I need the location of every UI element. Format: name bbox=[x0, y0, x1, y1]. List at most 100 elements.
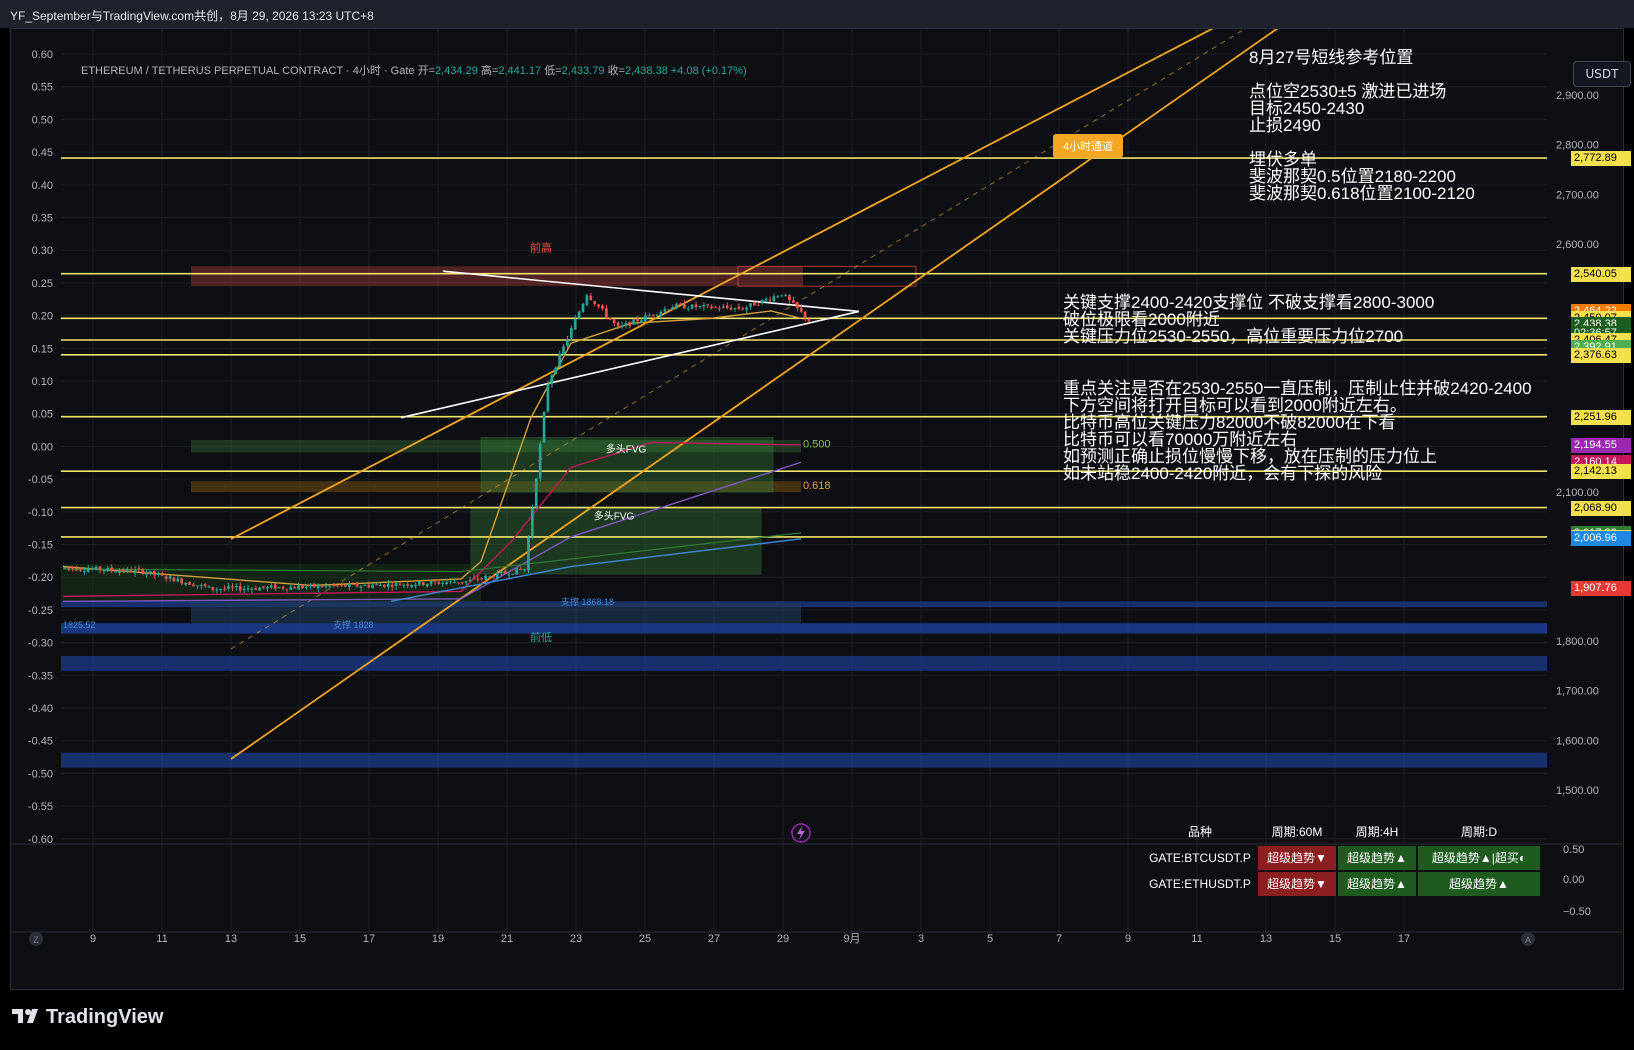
candle-body bbox=[749, 303, 752, 307]
candle-body bbox=[464, 581, 468, 583]
candle-body bbox=[258, 587, 261, 591]
left-axis-tick: -0.60 bbox=[28, 834, 53, 846]
candle-body bbox=[176, 578, 180, 582]
support-a-label: 支撑 1868.18 bbox=[561, 596, 614, 607]
candle-body bbox=[293, 587, 297, 589]
candle-body bbox=[394, 583, 398, 586]
time-axis-label: 3 bbox=[918, 933, 924, 945]
left-axis-tick: 0.00 bbox=[32, 441, 53, 453]
price-axis-tick: 2,600.00 bbox=[1556, 239, 1599, 251]
candle-body bbox=[764, 298, 768, 301]
candle-body bbox=[484, 575, 487, 580]
candle-body bbox=[219, 589, 223, 591]
candle-body bbox=[344, 584, 347, 587]
channel-label: 4小时通道 bbox=[1063, 139, 1113, 153]
candle-body bbox=[581, 303, 585, 313]
tradingview-brand[interactable]: TradingView bbox=[12, 1006, 163, 1029]
candle-body bbox=[492, 576, 495, 578]
price-label: 2,142.13 bbox=[1571, 464, 1631, 480]
left-axis-tick: -0.15 bbox=[28, 540, 53, 552]
prev-high-label: 前高 bbox=[530, 240, 552, 254]
candle-body bbox=[227, 586, 230, 589]
candle-body bbox=[776, 296, 780, 298]
price-axis-tick: 1,700.00 bbox=[1556, 686, 1599, 698]
table-cell-symbol: GATE:ETHUSDT.P bbox=[1149, 877, 1251, 891]
support-zone bbox=[61, 623, 1547, 634]
left-axis-tick: -0.45 bbox=[28, 736, 53, 748]
annotation-line: 点位空2530±5 激进已进场 bbox=[1249, 82, 1447, 101]
candle-body bbox=[141, 569, 145, 574]
auto-scale-label: A bbox=[1525, 935, 1531, 945]
candle-body bbox=[406, 584, 410, 586]
candle-body bbox=[593, 301, 597, 304]
time-axis-label: 9 bbox=[90, 933, 96, 945]
candle-body bbox=[499, 571, 503, 574]
candle-body bbox=[164, 576, 168, 580]
annotation-line: 止损2490 bbox=[1249, 116, 1321, 135]
candle-body bbox=[472, 578, 476, 580]
candle-body bbox=[714, 307, 717, 309]
candle-body bbox=[305, 586, 308, 588]
candle-body bbox=[721, 306, 725, 308]
candle-body bbox=[608, 317, 612, 320]
candle-body bbox=[546, 383, 550, 412]
time-axis-label: 25 bbox=[639, 933, 651, 945]
candle-body bbox=[382, 584, 386, 587]
candle-body bbox=[679, 303, 682, 305]
price-axis-tick: 2,100.00 bbox=[1556, 487, 1599, 499]
table-row: GATE:ETHUSDT.P 超级趋势▼ 超级趋势▲ 超级趋势▲ bbox=[1144, 871, 1564, 897]
left-axis-tick: -0.50 bbox=[28, 768, 53, 780]
candle-body bbox=[121, 569, 125, 572]
candle-body bbox=[149, 571, 152, 574]
candle-body bbox=[585, 295, 589, 305]
candle-body bbox=[628, 321, 632, 326]
candle-body bbox=[102, 570, 106, 572]
left-axis-tick: 0.30 bbox=[32, 245, 53, 257]
candle-body bbox=[597, 304, 600, 307]
candle-body bbox=[690, 304, 694, 309]
candle-body bbox=[160, 574, 164, 576]
candle-body bbox=[460, 582, 464, 584]
candle-body bbox=[503, 571, 507, 574]
candle-body bbox=[507, 574, 511, 576]
chart-frame[interactable]: 前高 前低 多头FVG 多头FVG 0.500 0.618 支撑 1868.18 支撑 182… bbox=[10, 28, 1631, 990]
candle-body bbox=[725, 305, 729, 308]
time-axis-label: 21 bbox=[501, 933, 513, 945]
candle-body bbox=[433, 580, 437, 582]
close-value: 2,438.38 bbox=[625, 65, 668, 77]
candle-body bbox=[238, 586, 242, 591]
candle-body bbox=[527, 537, 530, 571]
candle-body bbox=[651, 314, 655, 316]
candle-body bbox=[168, 576, 172, 579]
candle-body bbox=[429, 581, 433, 585]
zoom-z-label: Z bbox=[33, 935, 39, 945]
annotation-line: 关键压力位2530-2550，高位重要压力位2700 bbox=[1063, 327, 1404, 346]
candle-body bbox=[94, 566, 98, 570]
left-axis-tick: 0.15 bbox=[32, 343, 53, 355]
candle-body bbox=[511, 573, 515, 575]
candle-body bbox=[242, 588, 246, 590]
candle-body bbox=[390, 584, 394, 587]
candle-body bbox=[663, 309, 667, 312]
time-axis-label: 29 bbox=[777, 933, 789, 945]
annotation-line: 破位极限看2000附近 bbox=[1063, 310, 1220, 329]
candle-body bbox=[523, 569, 526, 571]
open-value: 2,434.29 bbox=[435, 65, 478, 77]
time-axis-label: 9月 bbox=[843, 933, 860, 945]
candle-body bbox=[301, 585, 304, 589]
price-label: 2,540.05 bbox=[1571, 266, 1631, 282]
candle-body bbox=[320, 586, 324, 588]
candle-body bbox=[133, 569, 137, 573]
candle-body bbox=[554, 367, 558, 374]
candle-body bbox=[98, 566, 102, 571]
time-axis-label: 15 bbox=[1329, 933, 1341, 945]
left-axis-tick: -0.20 bbox=[28, 572, 53, 584]
focus-annotation: 重点关注是否在2530-2550一直压制，压制止住并破2420-2400 下方空间… bbox=[1063, 380, 1532, 483]
candle-body bbox=[425, 583, 429, 587]
candle-body bbox=[75, 567, 78, 571]
close-label: 收= bbox=[607, 65, 625, 77]
currency-button[interactable]: USDT bbox=[1573, 61, 1631, 87]
candle-body bbox=[137, 568, 141, 570]
oscillator-axis-tick: −0.50 bbox=[1563, 906, 1591, 918]
left-axis-tick: -0.30 bbox=[28, 638, 53, 650]
